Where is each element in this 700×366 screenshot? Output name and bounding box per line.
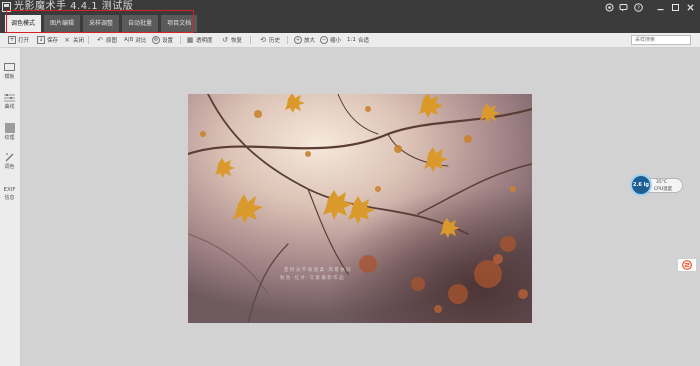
sidebar-item-label: 模板 bbox=[4, 74, 15, 80]
restore-button[interactable]: ↺ 恢复 bbox=[221, 33, 242, 47]
original-button[interactable]: ↶ 原图 bbox=[96, 33, 117, 47]
sidebar-item-label: 曲线 bbox=[4, 104, 15, 110]
toolbar: + 打开 ↓ 保存 × 关闭 ↶ 原图 A|B 对比 ⚙ 设置 ▦ 透明度 ↺ 恢复 ⟲ 历史 +… bbox=[0, 33, 700, 48]
feedback-icon[interactable] bbox=[617, 1, 629, 13]
curve-icon bbox=[4, 92, 15, 102]
tab-image-edit[interactable]: 图片编辑 bbox=[44, 15, 81, 32]
settings-button[interactable]: ⚙ 设置 bbox=[152, 33, 173, 47]
tab-auto-batch[interactable]: 自动批量 bbox=[122, 15, 159, 32]
save-icon: ↓ bbox=[37, 36, 45, 44]
zoom-in-button[interactable]: + 放大 bbox=[294, 33, 315, 47]
sidebar-item-curve[interactable]: 曲线 bbox=[0, 92, 19, 110]
close-icon[interactable] bbox=[684, 1, 696, 13]
open-button[interactable]: + 打开 bbox=[8, 33, 29, 47]
app-logo-icon bbox=[2, 2, 11, 12]
left-sidebar: 模板 曲线 纹理 调色 EXIF 信息 bbox=[0, 48, 21, 366]
settings-label: 设置 bbox=[162, 38, 174, 44]
settings-icon[interactable] bbox=[603, 1, 615, 13]
sidebar-item-texture[interactable]: 纹理 bbox=[0, 123, 19, 141]
toolbar-divider bbox=[180, 36, 181, 44]
close-file-icon: × bbox=[64, 36, 70, 44]
sidebar-item-label: 调色 bbox=[4, 164, 15, 170]
sogou-ime-icon[interactable] bbox=[677, 258, 697, 272]
transparency-icon: ▦ bbox=[186, 36, 194, 44]
photo-watermark-line1: 若 时 光 不 再 温 柔 · 风 景 依 旧 bbox=[284, 268, 351, 273]
brush-icon bbox=[4, 152, 15, 162]
photo-canvas[interactable]: 若 时 光 不 再 温 柔 · 风 景 依 旧 秋 色 · 红 叶 · 写 意 … bbox=[188, 94, 532, 323]
compare-icon: A|B bbox=[124, 37, 134, 43]
template-icon bbox=[4, 62, 15, 72]
app-title: 光影魔术手 4.4.1 测试版 bbox=[14, 1, 134, 12]
sidebar-item-label: 纹理 bbox=[4, 135, 15, 141]
sidebar-item-exif[interactable]: EXIF 信息 bbox=[0, 186, 19, 201]
svg-text:?: ? bbox=[637, 5, 640, 11]
sidebar-item-label: 信息 bbox=[4, 195, 15, 201]
close-label: 关闭 bbox=[73, 38, 85, 44]
cpu-monitor-widget[interactable]: 35°C CPU温度 2.6 Ig bbox=[630, 174, 683, 196]
settings-gear-icon: ⚙ bbox=[152, 36, 160, 44]
toolbar-divider bbox=[250, 36, 251, 44]
transparency-label: 透明度 bbox=[196, 38, 213, 44]
toolbar-divider bbox=[287, 36, 288, 44]
one-to-one-button[interactable]: 1:1 bbox=[347, 33, 356, 47]
toolbar-divider bbox=[88, 36, 89, 44]
photo-watermark-line2: 秋 色 · 红 叶 · 写 意 摄 影 作 品 bbox=[280, 276, 344, 281]
sidebar-item-color[interactable]: 调色 bbox=[0, 152, 19, 170]
zoom-out-icon: − bbox=[320, 36, 328, 44]
cpu-label: CPU温度 bbox=[654, 187, 673, 192]
mode-tabs: 调色模式 图片编辑 采样调整 自动批量 项目文档 bbox=[5, 15, 198, 32]
fit-label: 合适 bbox=[358, 38, 370, 44]
open-label: 打开 bbox=[18, 38, 30, 44]
autumn-leaves-photo bbox=[188, 94, 532, 323]
zoom-out-button[interactable]: − 缩小 bbox=[320, 33, 341, 47]
history-label: 历史 bbox=[269, 38, 281, 44]
tab-project-docs[interactable]: 项目文档 bbox=[161, 15, 198, 32]
undo-icon: ↶ bbox=[97, 36, 103, 44]
restore-icon: ↺ bbox=[222, 36, 228, 44]
transparency-button[interactable]: ▦ 透明度 bbox=[186, 33, 213, 47]
cpu-temperature: 35°C bbox=[656, 180, 668, 185]
zoom-out-label: 缩小 bbox=[330, 38, 342, 44]
history-button[interactable]: ⟲ 历史 bbox=[259, 33, 280, 47]
sample-search-input[interactable] bbox=[631, 35, 691, 45]
one-to-one-label: 1:1 bbox=[347, 37, 356, 43]
open-icon: + bbox=[8, 36, 16, 44]
texture-icon bbox=[4, 123, 15, 133]
original-label: 原图 bbox=[106, 38, 118, 44]
help-icon[interactable]: ? bbox=[632, 1, 644, 13]
cpu-usage-gauge: 2.6 Ig bbox=[630, 174, 652, 196]
save-label: 保存 bbox=[47, 38, 59, 44]
minimize-icon[interactable] bbox=[654, 1, 666, 13]
zoom-in-label: 放大 bbox=[304, 38, 316, 44]
history-icon: ⟲ bbox=[260, 36, 266, 44]
save-button[interactable]: ↓ 保存 bbox=[37, 33, 58, 47]
fit-button[interactable]: 合适 bbox=[358, 33, 369, 47]
tab-sample-adjust[interactable]: 采样调整 bbox=[83, 15, 120, 32]
compare-label: 对比 bbox=[135, 38, 147, 44]
tab-color-mode[interactable]: 调色模式 bbox=[5, 15, 42, 32]
exif-icon: EXIF bbox=[3, 187, 16, 193]
zoom-in-icon: + bbox=[294, 36, 302, 44]
maximize-icon[interactable] bbox=[669, 1, 681, 13]
title-bar: 光影魔术手 4.4.1 测试版 ? bbox=[0, 0, 700, 14]
restore-label: 恢复 bbox=[231, 38, 243, 44]
sidebar-item-template[interactable]: 模板 bbox=[0, 62, 19, 80]
close-file-button[interactable]: × 关闭 bbox=[63, 33, 84, 47]
compare-button[interactable]: A|B 对比 bbox=[124, 33, 146, 47]
